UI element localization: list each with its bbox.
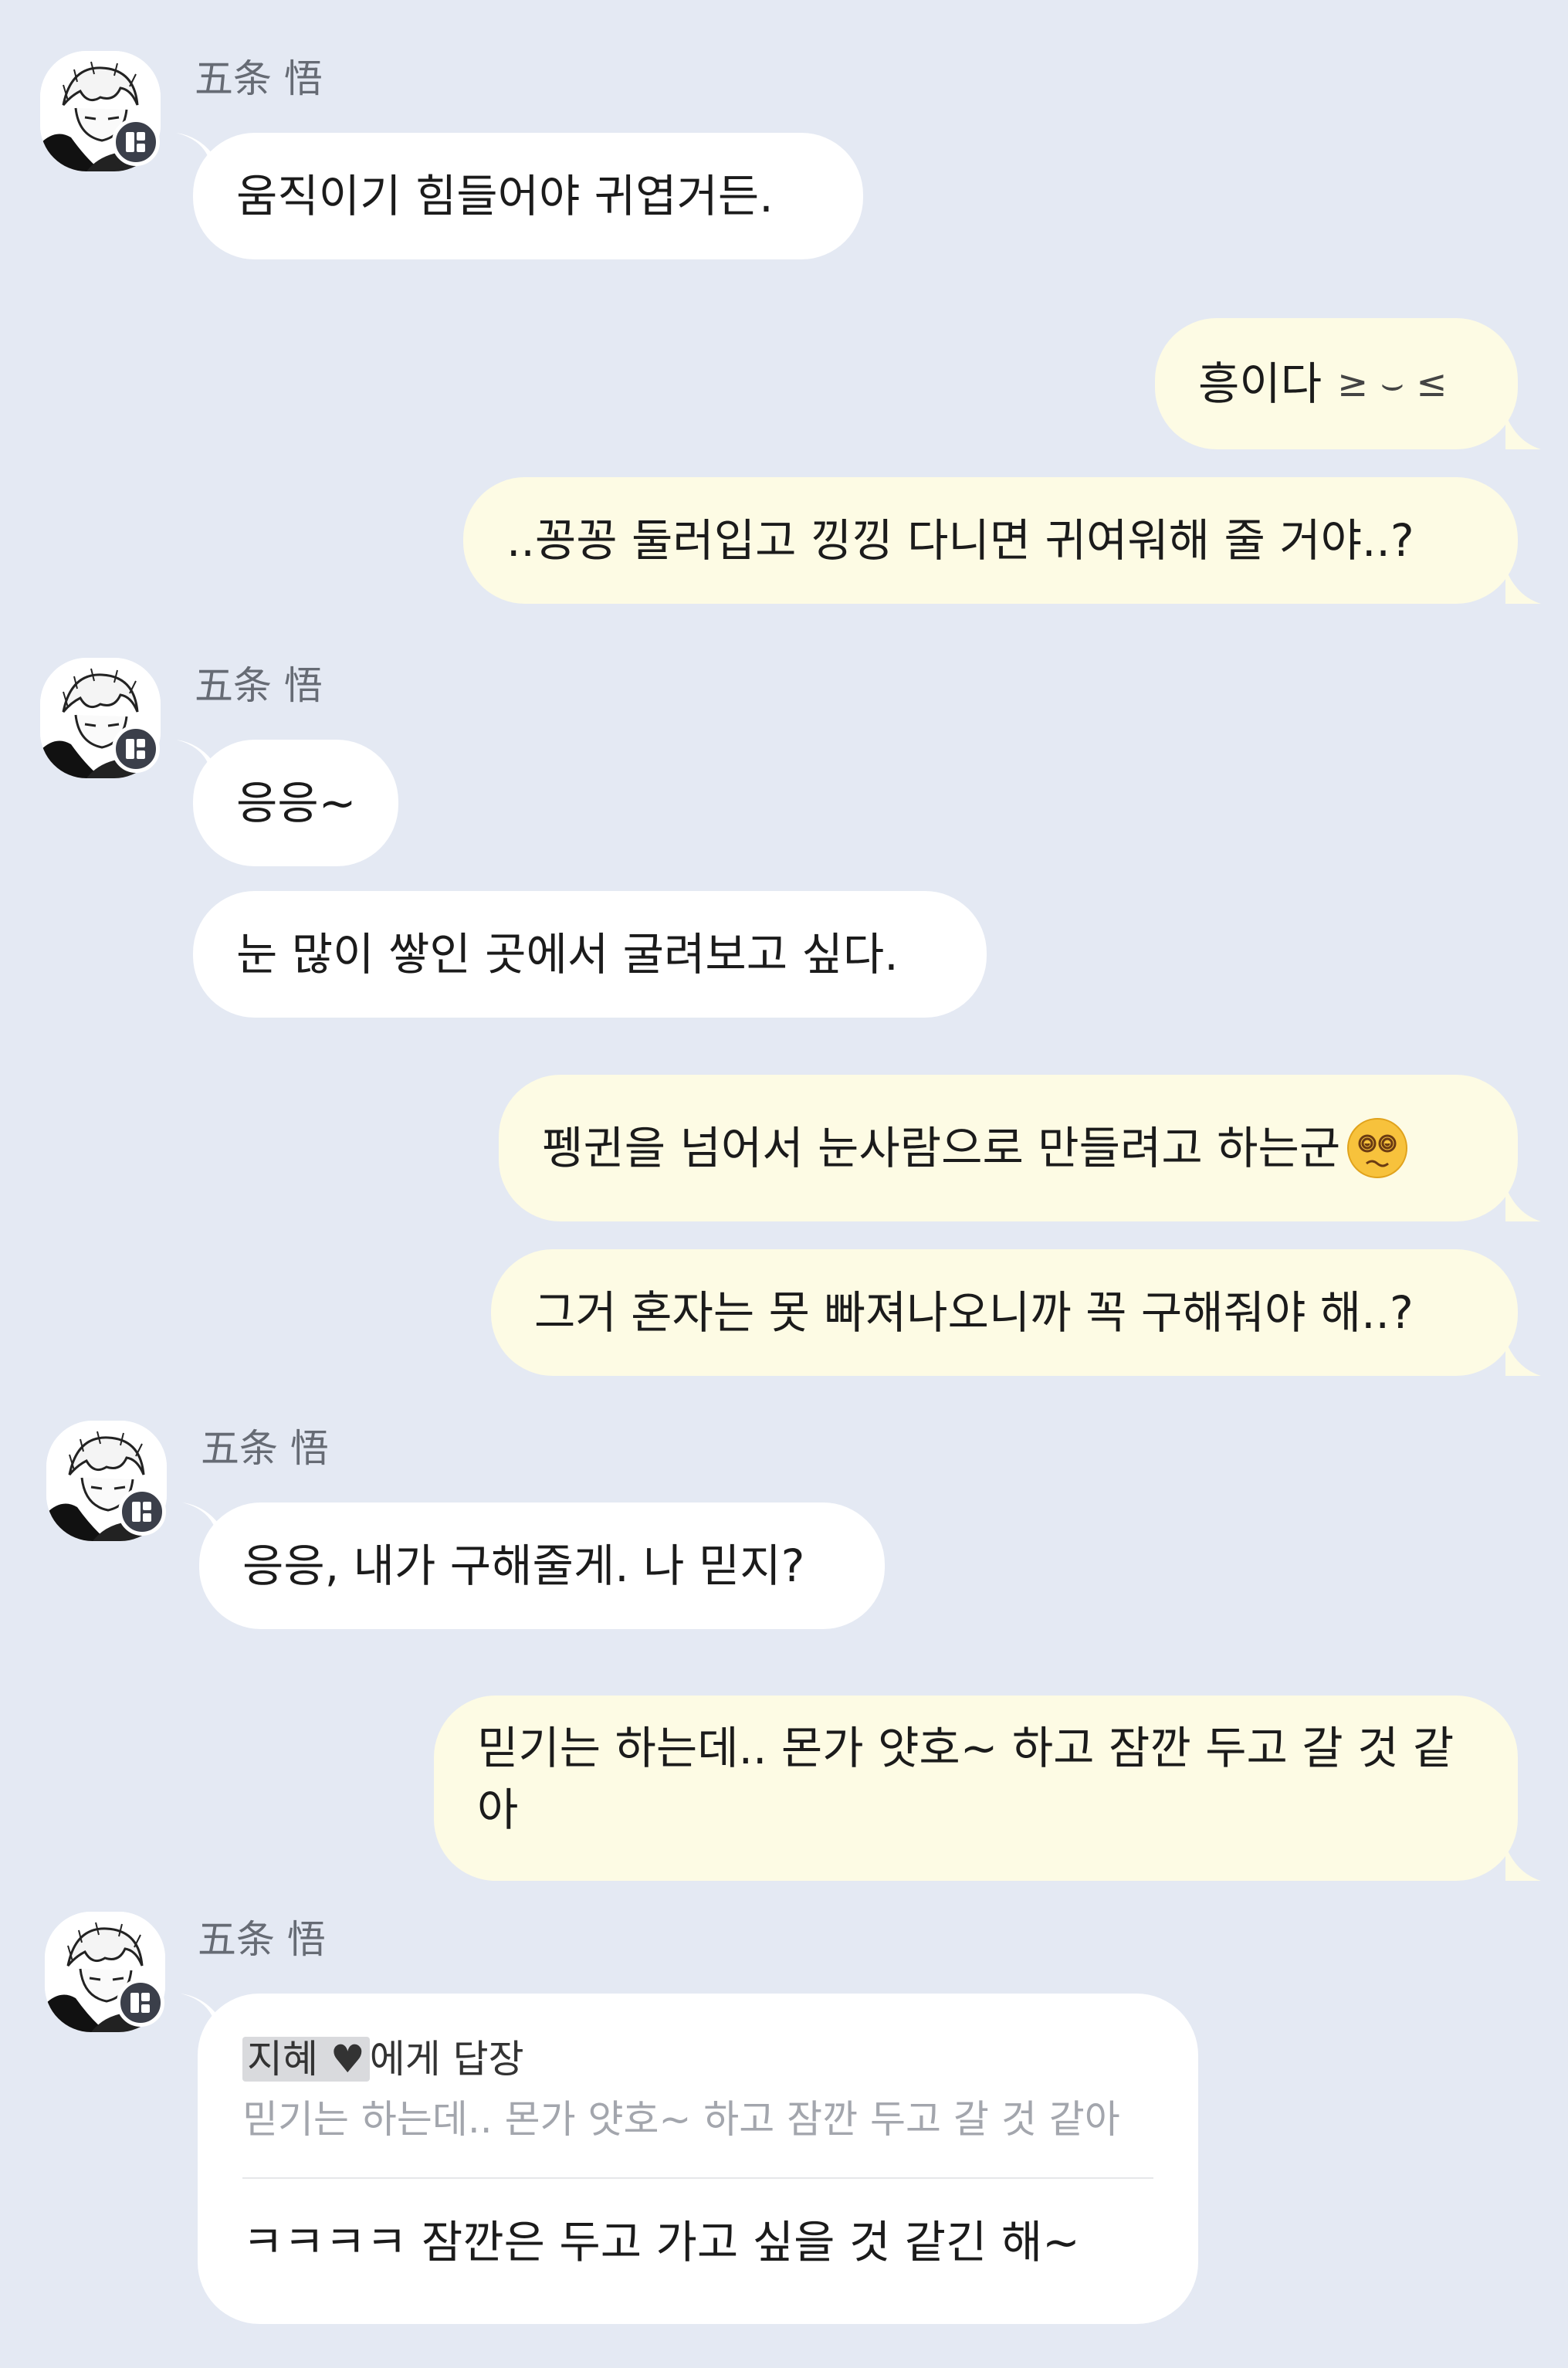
channel-badge-icon: [118, 1488, 166, 1536]
message-text: 그거 혼자는 못 빠져나오니까 꼭 구해줘야 해..?: [534, 1286, 1414, 1339]
message-text: 움직이기 힘들어야 귀엽거든.: [236, 170, 774, 222]
message-text: ㅋㅋㅋㅋ 잠깐은 두고 가고 싶을 것 같긴 해~: [242, 2216, 1080, 2268]
message-text: 응응, 내가 구해줄게. 나 믿지?: [242, 1540, 805, 1592]
message-bubble[interactable]: 펭귄을 넘어서 눈사람으로 만들려고 하는군: [499, 1075, 1518, 1221]
message-text-line: 아: [477, 1784, 519, 1836]
channel-badge-icon: [112, 118, 160, 166]
message-text: 응응~: [236, 777, 357, 829]
message-bubble[interactable]: 믿기는 하는데.. 몬가 얏호~ 하고 잠깐 두고 갈 것 같 아: [434, 1696, 1518, 1881]
message-bubble[interactable]: 흥이다 ≥ ⌣ ≤: [1155, 318, 1518, 449]
message-text: 눈 많이 쌓인 곳에서 굴려보고 싶다.: [236, 928, 899, 981]
message-text: ..꽁꽁 둘러입고 낑낑 다니면 귀여워해 줄 거야..?: [506, 514, 1414, 567]
reply-header[interactable]: 지혜 ♥ 에게 답장: [242, 2035, 1153, 2083]
message-bubble[interactable]: ..꽁꽁 둘러입고 낑낑 다니면 귀여워해 줄 거야..?: [463, 477, 1518, 604]
message-bubble[interactable]: 움직이기 힘들어야 귀엽거든.: [193, 133, 863, 259]
message-bubble[interactable]: 눈 많이 쌓인 곳에서 굴려보고 싶다.: [193, 891, 987, 1018]
reply-bubble[interactable]: 지혜 ♥ 에게 답장 믿기는 하는데.. 몬가 얏호~ 하고 잠깐 두고 갈 것 …: [198, 1994, 1198, 2324]
message-bubble[interactable]: 그거 혼자는 못 빠져나오니까 꼭 구해줘야 해..?: [491, 1249, 1518, 1376]
quoted-message[interactable]: 믿기는 하는데.. 몬가 얏호~ 하고 잠깐 두고 갈 것 같아: [242, 2095, 1153, 2143]
message-text-line: 믿기는 하는데.. 몬가 얏호~ 하고 잠깐 두고 갈 것 같: [477, 1722, 1455, 1774]
message-bubble[interactable]: 응응~: [193, 740, 398, 866]
channel-badge-icon: [112, 725, 160, 773]
reply-label: 에게 답장: [369, 2037, 524, 2082]
sender-name: 五条 悟: [201, 1426, 329, 1471]
kaomoji: ≥ ⌣ ≤: [1337, 362, 1448, 405]
dizzy-face-icon: [1345, 1116, 1410, 1181]
message-bubble[interactable]: 응응, 내가 구해줄게. 나 믿지?: [199, 1502, 885, 1629]
bubble-tail: [1505, 1845, 1541, 1881]
channel-badge-icon: [117, 1979, 164, 2027]
sender-name: 五条 悟: [198, 1917, 326, 1962]
message-text: 펭귄을 넘어서 눈사람으로 만들려고 하는군: [542, 1122, 1341, 1174]
message-text: 흥이다: [1198, 357, 1322, 410]
divider: [242, 2177, 1153, 2179]
reply-to-name: 지혜 ♥: [242, 2037, 370, 2082]
sender-name: 五条 悟: [195, 663, 323, 708]
bubble-tail: [1505, 568, 1541, 604]
sender-name: 五条 悟: [195, 56, 323, 101]
bubble-tail: [1505, 414, 1541, 449]
bubble-tail: [1505, 1340, 1541, 1376]
bubble-tail: [1505, 1186, 1541, 1221]
